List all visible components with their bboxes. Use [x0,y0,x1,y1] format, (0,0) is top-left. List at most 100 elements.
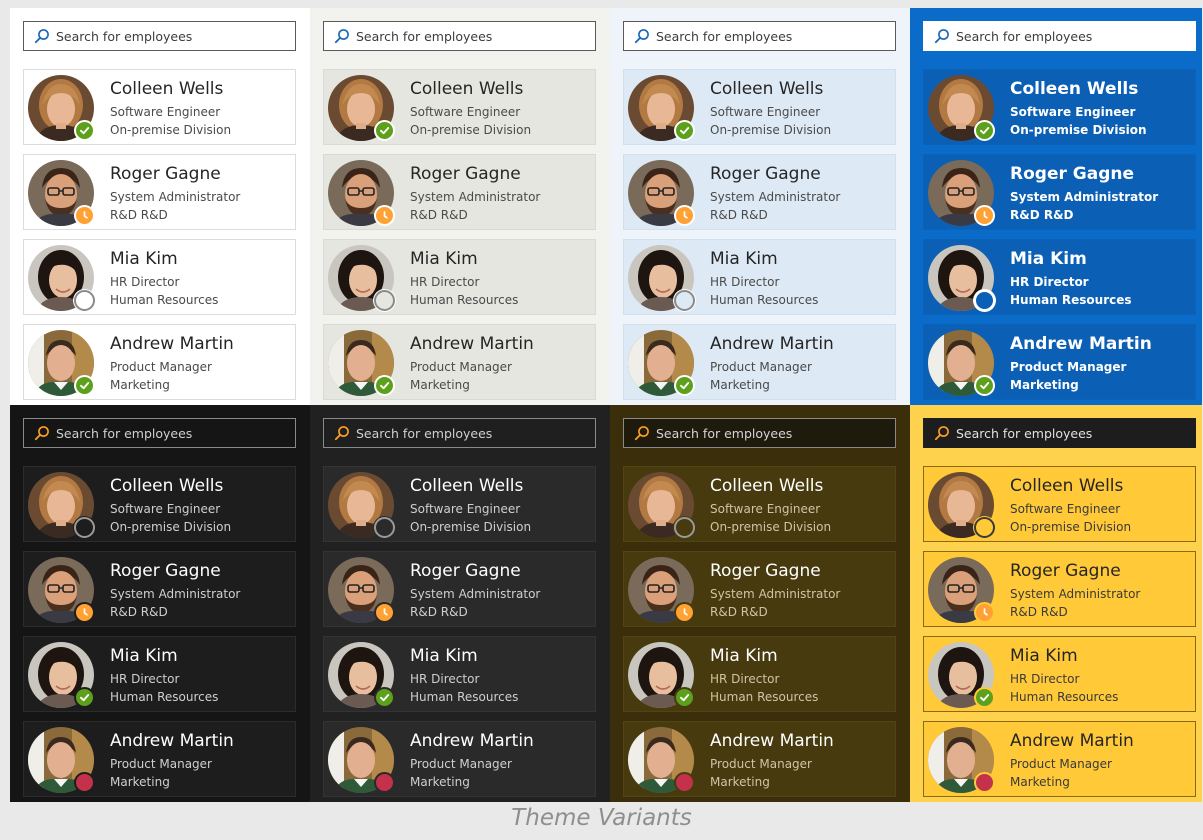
employee-title: System Administrator [710,587,841,601]
employee-card[interactable]: Colleen Wells Software Engineer On-premise… [623,69,896,145]
employee-department: On-premise Division [1010,520,1132,534]
employee-card[interactable]: Mia Kim HR Director Human Resources [23,636,296,712]
employee-card[interactable]: Mia Kim HR Director Human Resources [923,636,1196,712]
search-placeholder: Search for employees [56,28,193,44]
employee-card[interactable]: Roger Gagne System Administrator R&D R&D [23,551,296,627]
status-badge [974,602,995,623]
employee-title: Product Manager [1010,757,1112,771]
search-input[interactable]: Search for employees [23,418,296,448]
employee-card[interactable]: Andrew Martin Product Manager Marketing [23,324,296,400]
employee-card[interactable]: Mia Kim HR Director Human Resources [623,636,896,712]
employee-card[interactable]: Andrew Martin Product Manager Marketing [623,324,896,400]
employee-department: R&D R&D [1010,605,1068,619]
search-input[interactable]: Search for employees [623,21,896,51]
status-badge [674,375,695,396]
employee-card[interactable]: Colleen Wells Software Engineer On-premise… [23,69,296,145]
employee-title: HR Director [710,275,780,289]
employee-name: Mia Kim [110,646,178,666]
employee-card[interactable]: Mia Kim HR Director Human Resources [323,239,596,315]
employee-card[interactable]: Colleen Wells Software Engineer On-premise… [323,69,596,145]
theme-variants-screen: Search for employees Colleen Wells Softwar… [0,0,1203,840]
employee-name: Andrew Martin [1010,334,1152,354]
caption: Theme Variants [511,805,692,831]
employee-name: Andrew Martin [110,334,234,354]
employee-card[interactable]: Roger Gagne System Administrator R&D R&D [23,154,296,230]
employee-department: On-premise Division [110,520,232,534]
status-badge [974,375,995,396]
employee-department: R&D R&D [410,208,468,222]
search-input[interactable]: Search for employees [923,21,1196,51]
employee-name: Colleen Wells [710,476,824,496]
employee-card[interactable]: Roger Gagne System Administrator R&D R&D [323,154,596,230]
status-badge [74,205,95,226]
search-icon [934,29,949,44]
status-badge [74,517,95,538]
status-badge [374,375,395,396]
employee-card[interactable]: Roger Gagne System Administrator R&D R&D [623,551,896,627]
employee-department: Marketing [710,775,770,789]
employee-title: Software Engineer [110,502,221,516]
employee-name: Colleen Wells [1010,79,1139,99]
status-badge [374,120,395,141]
employee-card[interactable]: Roger Gagne System Administrator R&D R&D [923,154,1196,230]
theme-panel-dark-amber: Search for employees Colleen Wells Softwar… [610,405,910,802]
employee-name: Colleen Wells [1010,476,1124,496]
search-input[interactable]: Search for employees [623,418,896,448]
employee-name: Andrew Martin [1010,731,1134,751]
employee-card[interactable]: Colleen Wells Software Engineer On-premise… [623,466,896,542]
employee-card[interactable]: Andrew Martin Product Manager Marketing [323,721,596,797]
employee-card[interactable]: Roger Gagne System Administrator R&D R&D [323,551,596,627]
employee-title: Product Manager [110,360,212,374]
search-input[interactable]: Search for employees [923,418,1196,448]
employee-card[interactable]: Colleen Wells Software Engineer On-premise… [923,69,1196,145]
status-badge [374,772,395,793]
employee-title: Product Manager [710,360,812,374]
check-icon [678,691,691,704]
employee-card[interactable]: Andrew Martin Product Manager Marketing [323,324,596,400]
employee-card[interactable]: Andrew Martin Product Manager Marketing [623,721,896,797]
search-input[interactable]: Search for employees [323,21,596,51]
status-badge [374,687,395,708]
employee-name: Mia Kim [710,249,778,269]
employee-card[interactable]: Roger Gagne System Administrator R&D R&D [623,154,896,230]
search-input[interactable]: Search for employees [23,21,296,51]
status-badge [674,290,695,311]
employee-card[interactable]: Mia Kim HR Director Human Resources [23,239,296,315]
status-badge [74,772,95,793]
employee-card[interactable]: Colleen Wells Software Engineer On-premise… [323,466,596,542]
employee-card[interactable]: Andrew Martin Product Manager Marketing [23,721,296,797]
employee-name: Mia Kim [410,646,478,666]
employee-title: Product Manager [1010,360,1127,374]
employee-department: R&D R&D [410,605,468,619]
employee-name: Andrew Martin [710,731,834,751]
employee-name: Colleen Wells [710,79,824,99]
clock-icon [678,209,691,222]
search-icon [34,29,49,44]
check-icon [978,691,991,704]
employee-card[interactable]: Mia Kim HR Director Human Resources [623,239,896,315]
employee-department: Marketing [410,775,470,789]
search-icon [634,426,649,441]
employee-title: System Administrator [1010,190,1159,204]
employee-card[interactable]: Andrew Martin Product Manager Marketing [923,721,1196,797]
status-badge [374,290,395,311]
employee-department: R&D R&D [110,208,168,222]
employee-card[interactable]: Mia Kim HR Director Human Resources [923,239,1196,315]
status-badge [974,772,995,793]
employee-card[interactable]: Mia Kim HR Director Human Resources [323,636,596,712]
employee-card[interactable]: Andrew Martin Product Manager Marketing [923,324,1196,400]
search-placeholder: Search for employees [956,425,1093,441]
employee-card[interactable]: Colleen Wells Software Engineer On-premise… [23,466,296,542]
employee-title: System Administrator [110,587,241,601]
employee-card[interactable]: Roger Gagne System Administrator R&D R&D [923,551,1196,627]
employee-card[interactable]: Colleen Wells Software Engineer On-premise… [923,466,1196,542]
employee-name: Roger Gagne [110,164,221,184]
search-input[interactable]: Search for employees [323,418,596,448]
check-icon [978,379,991,392]
employee-name: Andrew Martin [110,731,234,751]
employee-name: Roger Gagne [1010,164,1134,184]
check-icon [78,379,91,392]
status-badge [374,517,395,538]
search-placeholder: Search for employees [656,28,793,44]
employee-name: Roger Gagne [410,164,521,184]
